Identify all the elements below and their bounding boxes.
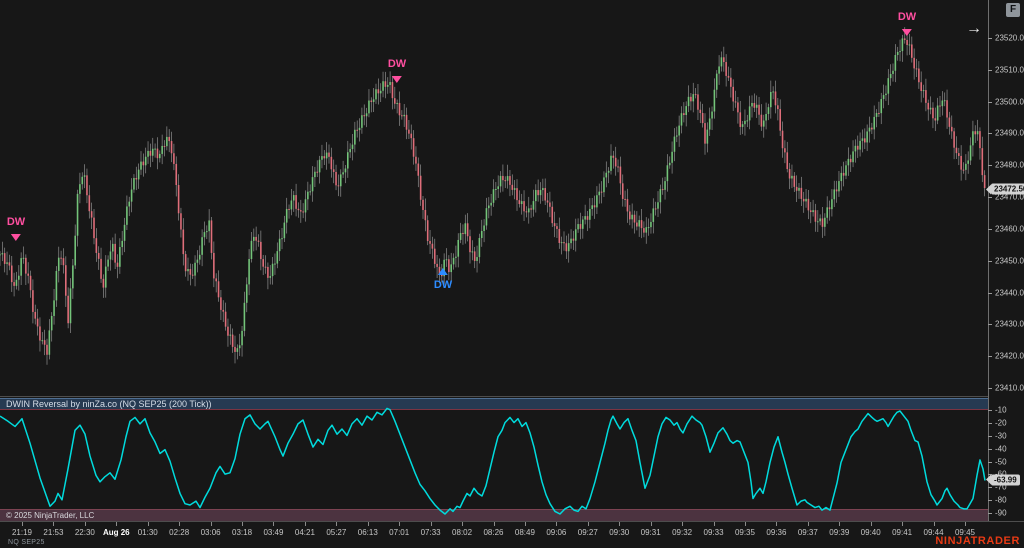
indicator-title: DWIN Reversal by ninZa.co (NQ SEP25 (200… xyxy=(6,399,212,409)
time-axis-label: 03:18 xyxy=(232,528,253,537)
last-price-tag: 23472.50 xyxy=(991,183,1024,195)
time-axis-label: 09:06 xyxy=(546,528,567,537)
indicator-axis-label: -80 xyxy=(995,495,1007,505)
price-axis-label: 23500.00 xyxy=(995,97,1024,107)
time-axis-label: 22:30 xyxy=(74,528,95,537)
copyright-text: © 2025 NinjaTrader, LLC xyxy=(6,511,95,520)
time-axis-label: 09:33 xyxy=(703,528,724,537)
oscillator-line-chart xyxy=(0,407,986,515)
time-axis-label: 08:02 xyxy=(452,528,473,537)
time-axis-label: 09:32 xyxy=(672,528,693,537)
down-triangle-icon xyxy=(901,29,912,36)
price-axis-label: 23510.00 xyxy=(995,65,1024,75)
time-axis-label: 09:27 xyxy=(577,528,598,537)
indicator-axis-label: -10 xyxy=(995,405,1007,415)
price-chart-canvas[interactable]: DW DW DW DW → xyxy=(0,0,988,396)
time-axis-label: 02:28 xyxy=(169,528,190,537)
down-reversal-marker: DW xyxy=(7,217,25,246)
time-axis-label: 01:30 xyxy=(137,528,158,537)
up-reversal-marker: DW xyxy=(434,262,452,291)
ninjatrader-chart-window: DW DW DW DW → F DWIN Reversal by ninZa.co (… xyxy=(0,0,1024,548)
time-axis-label: 21:19 xyxy=(11,528,33,537)
go-to-latest-arrow-icon[interactable]: → xyxy=(961,21,987,37)
indicator-panel[interactable]: DWIN Reversal by ninZa.co (NQ SEP25 (200… xyxy=(0,396,988,522)
indicator-axis-label: -30 xyxy=(995,431,1007,441)
down-reversal-marker: DW xyxy=(388,59,406,88)
price-axis-label: 23480.00 xyxy=(995,160,1024,170)
time-axis-label: 05:27 xyxy=(326,528,347,537)
indicator-axis-label: -20 xyxy=(995,418,1007,428)
price-axis-label: 23410.00 xyxy=(995,383,1024,393)
ninjatrader-logo: NINJATRADER xyxy=(935,535,1020,547)
time-axis-label: 04:21 xyxy=(294,528,315,537)
time-axis-label: 09:40 xyxy=(860,528,881,537)
indicator-axis-label: -90 xyxy=(995,508,1007,518)
price-axis-label: 23430.00 xyxy=(995,319,1024,329)
indicator-axis-label: -40 xyxy=(995,444,1007,454)
time-axis-label: 03:49 xyxy=(263,528,284,537)
time-axis-label: 07:01 xyxy=(389,528,410,537)
focus-button[interactable]: F xyxy=(1006,3,1020,17)
price-axis-label: 23440.00 xyxy=(995,288,1024,298)
time-axis-label: 07:33 xyxy=(420,528,441,537)
time-axis-label: 03:06 xyxy=(200,528,221,537)
price-axis-label: 23460.00 xyxy=(995,224,1024,234)
price-axis-label: 23520.00 xyxy=(995,33,1024,43)
down-triangle-icon xyxy=(10,234,21,241)
time-axis-label: 06:13 xyxy=(357,528,378,537)
price-axis-label: 23490.00 xyxy=(995,128,1024,138)
time-axis-label: 09:35 xyxy=(734,528,755,537)
down-triangle-icon xyxy=(391,76,402,83)
time-axis-label: 21:53 xyxy=(43,528,64,537)
time-axis-label: Aug 26 xyxy=(102,528,130,537)
price-axis-label: 23450.00 xyxy=(995,256,1024,266)
down-reversal-marker: DW xyxy=(898,12,916,41)
time-axis-label: 08:26 xyxy=(483,528,504,537)
instrument-tab[interactable]: NQ SEP25 xyxy=(8,539,45,546)
time-axis-label: 09:30 xyxy=(609,528,630,537)
time-axis-label: 08:49 xyxy=(514,528,535,537)
time-axis[interactable]: 21:19 21:53 22:30 Aug 26 01:30 02:28 03:06 03:1… xyxy=(0,521,1024,548)
up-triangle-icon xyxy=(437,268,448,275)
indicator-value-tag: -63.99 xyxy=(991,474,1020,485)
time-axis-label: 09:37 xyxy=(797,528,818,537)
indicator-axis-label: -50 xyxy=(995,457,1007,466)
time-axis-label: 09:36 xyxy=(766,528,787,537)
time-axis-label: 09:39 xyxy=(829,528,850,537)
time-axis-label: 09:41 xyxy=(892,528,913,537)
candlestick-chart xyxy=(0,27,986,365)
price-axis-label: 23420.00 xyxy=(995,351,1024,361)
time-axis-label: 09:31 xyxy=(640,528,661,537)
